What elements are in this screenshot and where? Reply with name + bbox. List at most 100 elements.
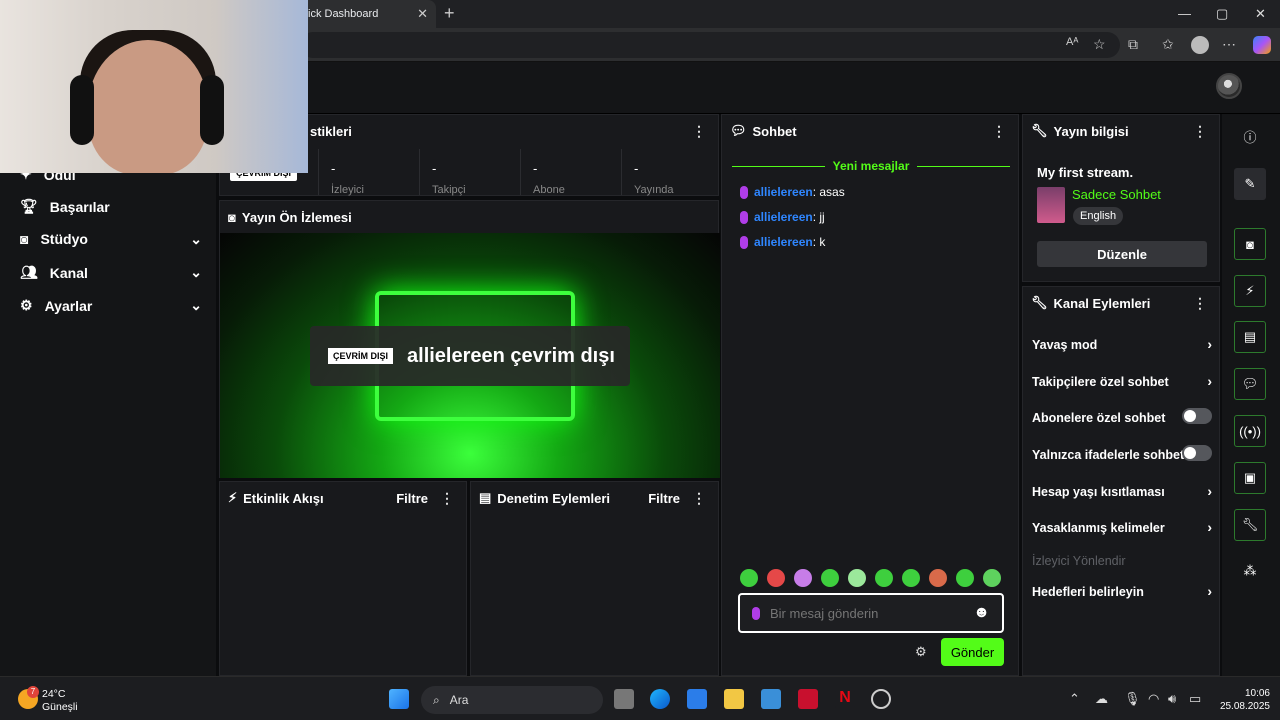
- tray-chevron-icon[interactable]: ⌃: [1069, 691, 1080, 707]
- sidebar-item-studio[interactable]: ◙ Stüdyo ⌄: [20, 230, 202, 248]
- obs-icon[interactable]: [871, 689, 891, 709]
- sidebar-item-achievements[interactable]: 🏆︎ Başarılar: [20, 198, 202, 215]
- emote-bar: [740, 569, 1001, 587]
- emoji-icon[interactable]: ☻: [973, 604, 990, 622]
- chat-settings-icon[interactable]: ⚙: [915, 644, 927, 660]
- favorite-star-icon[interactable]: ☆: [1093, 36, 1106, 53]
- camera-icon[interactable]: ◙: [1234, 228, 1266, 260]
- app-icon[interactable]: [761, 689, 781, 709]
- minimize-button[interactable]: —: [1178, 6, 1191, 21]
- subscribers-only-toggle[interactable]: [1182, 408, 1212, 424]
- action-goals[interactable]: Hedefleri belirleyin ›: [1032, 583, 1212, 599]
- document-icon[interactable]: ▤: [1234, 321, 1266, 353]
- bolt-icon[interactable]: ⚡︎: [1234, 275, 1266, 307]
- read-aloud-icon[interactable]: Aᴬ: [1066, 36, 1078, 48]
- extensions-icon[interactable]: ⧉: [1128, 36, 1138, 53]
- tab-close-icon[interactable]: ✕: [417, 6, 428, 22]
- activity-filter-button[interactable]: Filtre: [396, 491, 428, 506]
- wifi-icon[interactable]: ◠: [1148, 691, 1159, 707]
- emote-icon[interactable]: [956, 569, 974, 587]
- mic-badge-icon: [740, 235, 748, 249]
- preview-video[interactable]: ÇEVRİM DIŞI allielereen çevrim dışı: [220, 233, 720, 478]
- emote-icon[interactable]: [848, 569, 866, 587]
- sidebar: ✦ Ödül 🏆︎ Başarılar ◙ Stüdyo ⌄ 👥︎ Kanal …: [0, 114, 216, 676]
- new-tab-button[interactable]: +: [444, 3, 455, 24]
- stat-followers: - Takipçi: [419, 149, 519, 196]
- stream-info-menu-icon[interactable]: ⋮: [1193, 123, 1207, 140]
- chat-input[interactable]: [770, 605, 964, 621]
- stat-viewers: - İzleyici: [318, 149, 418, 196]
- sidebar-item-settings[interactable]: ⚙ Ayarlar ⌄: [20, 297, 202, 314]
- emote-icon[interactable]: [740, 569, 758, 587]
- chat-menu-icon[interactable]: ⋮: [992, 123, 1006, 140]
- action-followers-only[interactable]: Takipçilere özel sohbet ›: [1032, 373, 1212, 389]
- mcafee-icon[interactable]: [798, 689, 818, 709]
- chat-username[interactable]: allielereen: [754, 210, 813, 224]
- edge-icon[interactable]: [650, 689, 670, 709]
- emote-icon[interactable]: [929, 569, 947, 587]
- activity-menu-icon[interactable]: ⋮: [440, 490, 454, 507]
- nodes-icon[interactable]: ⁂: [1234, 555, 1266, 587]
- stats-title: stikleri: [310, 123, 352, 139]
- volume-icon[interactable]: 🔊︎: [1168, 691, 1176, 707]
- chat-title: Sohbet: [752, 123, 797, 139]
- chevron-down-icon: ⌄: [190, 230, 202, 247]
- url-input[interactable]: [300, 32, 1120, 58]
- pencil-icon[interactable]: ✎: [1234, 168, 1266, 200]
- stream-category[interactable]: Sadece Sohbet: [1072, 187, 1161, 202]
- emote-icon[interactable]: [767, 569, 785, 587]
- broadcast-icon[interactable]: ((•)): [1234, 415, 1266, 447]
- emote-icon[interactable]: [821, 569, 839, 587]
- copilot-icon[interactable]: [1253, 36, 1271, 54]
- emote-icon[interactable]: [794, 569, 812, 587]
- netflix-icon[interactable]: N: [835, 689, 855, 709]
- browser-tab[interactable]: ick Dashboard ✕: [296, 0, 436, 28]
- chat-input-box[interactable]: ☻: [738, 593, 1004, 633]
- channel-actions-menu-icon[interactable]: ⋮: [1193, 295, 1207, 312]
- emote-icon[interactable]: [902, 569, 920, 587]
- cloud-icon[interactable]: ☁: [1095, 691, 1108, 707]
- chat-username[interactable]: allielereen: [754, 185, 813, 199]
- emote-icon[interactable]: [983, 569, 1001, 587]
- category-thumbnail: [1037, 187, 1065, 223]
- profile-icon[interactable]: [1191, 36, 1209, 54]
- chevron-right-icon: ›: [1207, 336, 1212, 352]
- right-toolbar: ⓘ ✎ ◙ ⚡︎ ▤ 💬︎ ((•)) ▣ 🔧︎ ⁂: [1222, 114, 1280, 676]
- bolt-icon: ⚡︎: [228, 490, 238, 505]
- offline-badge: ÇEVRİM DIŞI: [328, 348, 394, 364]
- chat-icon[interactable]: 💬︎: [1234, 368, 1266, 400]
- system-clock[interactable]: 10:06 25.08.2025: [1220, 687, 1270, 713]
- wrench-icon[interactable]: 🔧︎: [1234, 509, 1266, 541]
- battery-icon[interactable]: ▭: [1189, 691, 1201, 707]
- sidebar-item-channel[interactable]: 👥︎ Kanal ⌄: [20, 264, 202, 281]
- more-icon[interactable]: ⋯: [1222, 36, 1236, 53]
- emote-icon[interactable]: [875, 569, 893, 587]
- taskbar-search[interactable]: ⌕ Ara: [421, 686, 603, 714]
- favorites-icon[interactable]: ✩: [1162, 36, 1174, 53]
- user-avatar[interactable]: [1216, 73, 1242, 99]
- action-banned-words[interactable]: Yasaklanmış kelimeler ›: [1032, 519, 1212, 535]
- layout-icon[interactable]: ▣: [1234, 462, 1266, 494]
- microphone-icon[interactable]: 🎙︎: [1124, 691, 1141, 707]
- close-window-button[interactable]: ✕: [1255, 6, 1266, 22]
- info-icon[interactable]: ⓘ: [1234, 120, 1266, 152]
- search-icon: ⌕: [433, 692, 440, 707]
- stats-menu-icon[interactable]: ⋮: [692, 123, 706, 140]
- action-slow-mode[interactable]: Yavaş mod ›: [1032, 336, 1212, 352]
- stat-live: - Yayında: [621, 149, 721, 196]
- chat-username[interactable]: allielereen: [754, 235, 813, 249]
- moderation-menu-icon[interactable]: ⋮: [692, 490, 706, 507]
- moderation-filter-button[interactable]: Filtre: [648, 491, 680, 506]
- store-icon[interactable]: [687, 689, 707, 709]
- action-account-age[interactable]: Hesap yaşı kısıtlaması ›: [1032, 483, 1212, 499]
- send-button[interactable]: Gönder: [941, 638, 1004, 666]
- task-view-icon[interactable]: [614, 689, 634, 709]
- emote-only-toggle[interactable]: [1182, 445, 1212, 461]
- maximize-button[interactable]: ▢: [1216, 6, 1228, 22]
- chevron-down-icon: ⌄: [190, 264, 202, 280]
- weather-widget[interactable]: 24°C Güneşli: [42, 688, 78, 714]
- edit-button[interactable]: Düzenle: [1037, 241, 1207, 267]
- windows-start-icon[interactable]: [389, 689, 409, 709]
- file-explorer-icon[interactable]: [724, 689, 744, 709]
- weather-badge: 7: [27, 686, 39, 698]
